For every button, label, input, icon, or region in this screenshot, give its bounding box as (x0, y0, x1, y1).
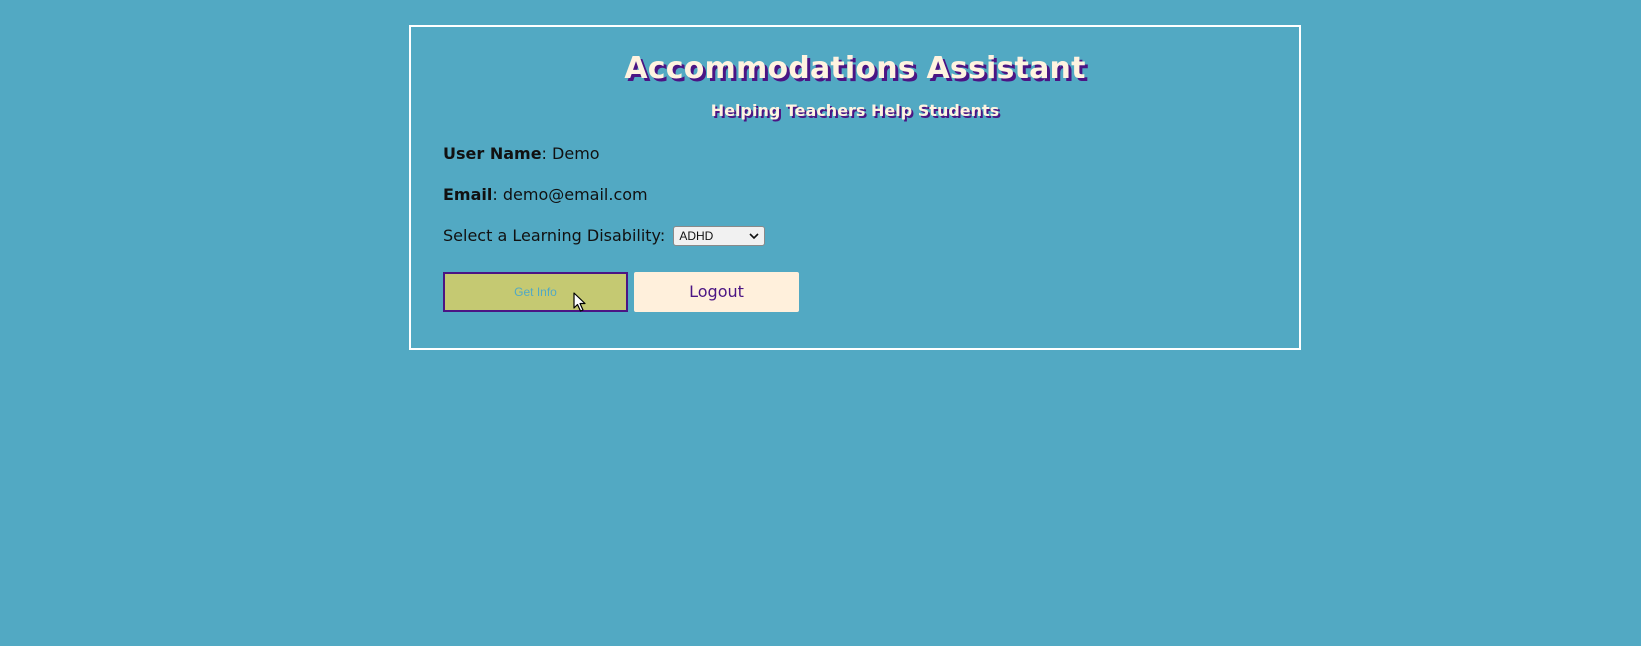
page-subtitle: Helping Teachers Help Students (710, 101, 1000, 120)
chevron-down-icon (749, 227, 759, 252)
email-row: Email: demo@email.com (443, 185, 648, 205)
logout-button[interactable]: Logout (634, 272, 799, 312)
page-title: Accommodations Assistant (624, 51, 1086, 86)
disability-select-label: Select a Learning Disability: (443, 226, 666, 245)
disability-select[interactable]: ADHD (673, 225, 766, 246)
email-colon: : (492, 185, 503, 204)
user-name-row: User Name: Demo (443, 144, 600, 164)
email-value: demo@email.com (502, 185, 648, 204)
disability-select-value: ADHD (679, 228, 714, 243)
user-name-colon: : (541, 144, 553, 163)
get-info-button[interactable]: Get Info (443, 272, 628, 312)
user-name-label: User Name (443, 144, 542, 163)
mouse-pointer-icon (573, 292, 587, 312)
disability-select-row: Select a Learning Disability: ADHD (443, 225, 766, 247)
user-name-value: Demo (552, 144, 600, 163)
main-panel: Accommodations Assistant Helping Teacher… (409, 25, 1301, 350)
email-label: Email (443, 185, 493, 204)
